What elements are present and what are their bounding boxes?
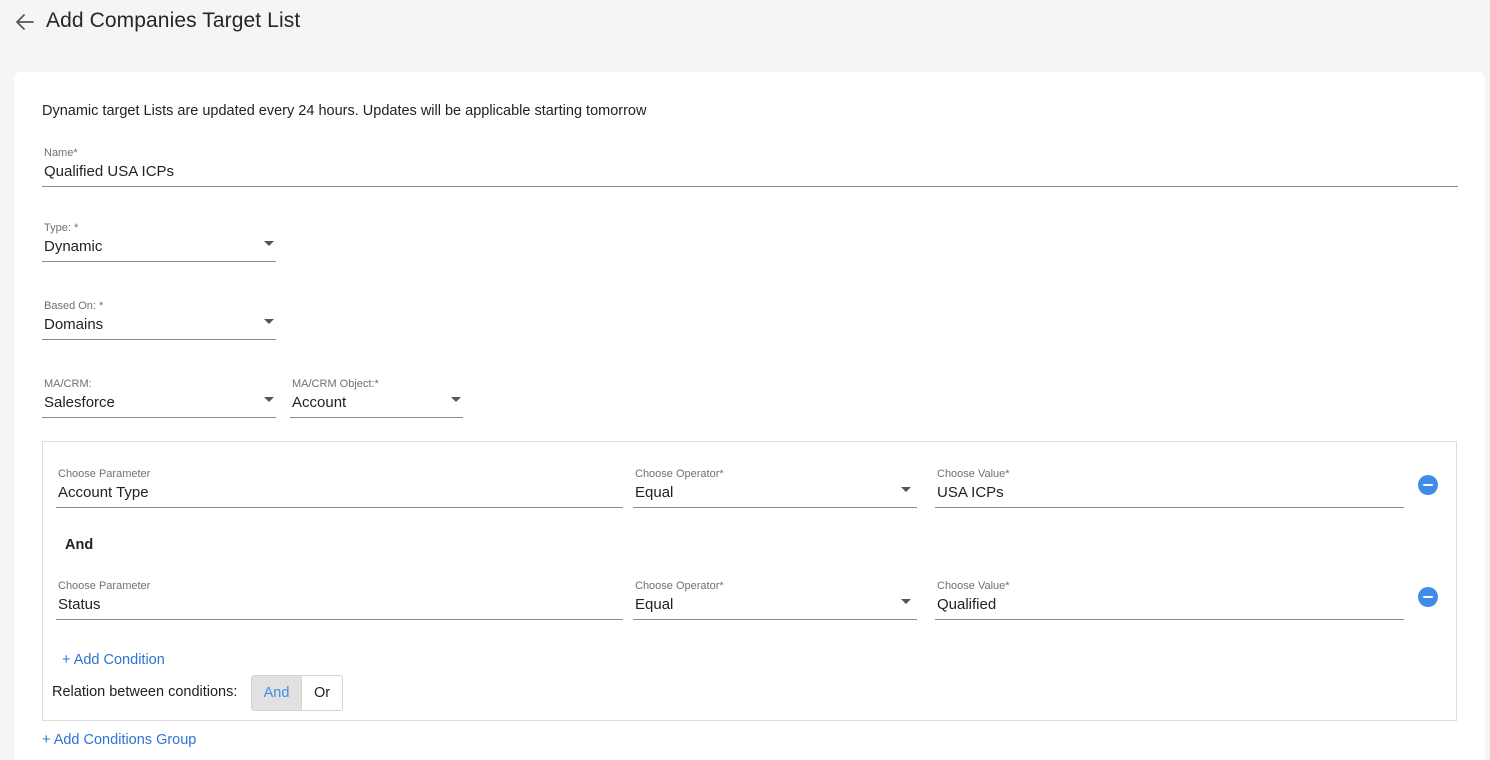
name-value[interactable]: Qualified USA ICPs bbox=[44, 163, 174, 180]
operator-underline bbox=[633, 619, 917, 620]
remove-condition-button[interactable] bbox=[1418, 587, 1438, 607]
type-label: Type: * bbox=[44, 222, 79, 234]
page-header: Add Companies Target List bbox=[0, 0, 1490, 60]
condition-joiner: And bbox=[65, 537, 94, 553]
remove-condition-button[interactable] bbox=[1418, 475, 1438, 495]
relation-or-button[interactable]: Or bbox=[302, 676, 342, 710]
caret-down-icon[interactable] bbox=[901, 487, 911, 492]
arrow-left-icon bbox=[16, 14, 34, 30]
type-value: Dynamic bbox=[44, 238, 103, 255]
operator-label: Choose Operator* bbox=[635, 468, 724, 480]
based-on-label: Based On: * bbox=[44, 300, 104, 312]
type-select[interactable]: Type: * Dynamic bbox=[42, 222, 276, 262]
value-label: Choose Value* bbox=[937, 580, 1010, 592]
name-underline bbox=[42, 186, 1458, 187]
parameter-label: Choose Parameter bbox=[58, 580, 151, 592]
operator-label: Choose Operator* bbox=[635, 580, 724, 592]
parameter-underline bbox=[56, 619, 623, 620]
relation-toggle: And Or bbox=[251, 675, 343, 711]
based-on-select[interactable]: Based On: * Domains bbox=[42, 300, 276, 340]
operator-underline bbox=[633, 507, 917, 508]
parameter-value[interactable]: Account Type bbox=[58, 484, 149, 501]
value-underline bbox=[935, 619, 1404, 620]
value-underline bbox=[935, 507, 1404, 508]
caret-down-icon[interactable] bbox=[451, 397, 461, 402]
based-on-underline bbox=[42, 339, 276, 340]
caret-down-icon[interactable] bbox=[264, 319, 274, 324]
value-value[interactable]: USA ICPs bbox=[937, 484, 1004, 501]
relation-and-button[interactable]: And bbox=[252, 676, 302, 710]
operator-select[interactable]: Choose Operator* Equal bbox=[633, 468, 917, 508]
minus-icon bbox=[1423, 484, 1433, 487]
name-label: Name* bbox=[44, 147, 78, 159]
crm-object-underline bbox=[290, 417, 463, 418]
caret-down-icon[interactable] bbox=[901, 599, 911, 604]
parameter-value[interactable]: Status bbox=[58, 596, 101, 613]
operator-value: Equal bbox=[635, 596, 674, 613]
based-on-value: Domains bbox=[44, 316, 104, 333]
add-conditions-group-link[interactable]: + Add Conditions Group bbox=[42, 732, 196, 748]
parameter-field[interactable]: Choose Parameter Status bbox=[56, 580, 623, 620]
crm-object-value: Account bbox=[292, 394, 347, 411]
parameter-label: Choose Parameter bbox=[58, 468, 151, 480]
value-label: Choose Value* bbox=[937, 468, 1010, 480]
page-title: Add Companies Target List bbox=[46, 9, 301, 32]
type-underline bbox=[42, 261, 276, 262]
operator-select[interactable]: Choose Operator* Equal bbox=[633, 580, 917, 620]
crm-object-select[interactable]: MA/CRM Object:* Account bbox=[290, 378, 463, 418]
crm-underline bbox=[42, 417, 276, 418]
relation-label: Relation between conditions: bbox=[52, 684, 238, 700]
value-value[interactable]: Qualified bbox=[937, 596, 996, 613]
minus-icon bbox=[1423, 596, 1433, 599]
back-button[interactable] bbox=[14, 11, 36, 33]
operator-value: Equal bbox=[635, 484, 674, 501]
conditions-group: Choose Parameter Account Type Choose Ope… bbox=[42, 441, 1457, 721]
info-message: Dynamic target Lists are updated every 2… bbox=[42, 103, 647, 119]
crm-value: Salesforce bbox=[44, 394, 115, 411]
caret-down-icon[interactable] bbox=[264, 241, 274, 246]
crm-label: MA/CRM: bbox=[44, 378, 92, 390]
parameter-field[interactable]: Choose Parameter Account Type bbox=[56, 468, 623, 508]
crm-object-label: MA/CRM Object:* bbox=[292, 378, 379, 390]
add-condition-link[interactable]: + Add Condition bbox=[62, 652, 165, 668]
parameter-underline bbox=[56, 507, 623, 508]
caret-down-icon[interactable] bbox=[264, 397, 274, 402]
value-field[interactable]: Choose Value* Qualified bbox=[935, 580, 1404, 620]
form-card: Dynamic target Lists are updated every 2… bbox=[14, 72, 1485, 760]
value-field[interactable]: Choose Value* USA ICPs bbox=[935, 468, 1404, 508]
name-field[interactable]: Name* Qualified USA ICPs bbox=[42, 147, 1458, 187]
crm-select[interactable]: MA/CRM: Salesforce bbox=[42, 378, 276, 418]
